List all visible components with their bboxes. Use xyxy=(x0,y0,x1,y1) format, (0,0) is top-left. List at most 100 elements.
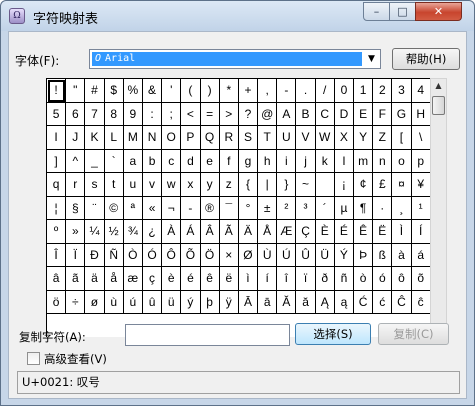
character-cell[interactable]: ÿ xyxy=(219,290,239,314)
character-cell[interactable]: ì xyxy=(238,267,259,291)
character-cell[interactable]: è xyxy=(162,267,182,291)
character-cell[interactable]: G xyxy=(392,102,412,126)
character-cell[interactable]: e xyxy=(200,149,220,173)
character-cell[interactable]: ¤ xyxy=(392,173,412,197)
character-cell[interactable]: ¯ xyxy=(219,196,239,220)
character-cell[interactable]: & xyxy=(142,79,163,103)
copy-characters-input[interactable] xyxy=(125,324,290,346)
character-cell[interactable]: © xyxy=(104,196,124,220)
character-cell[interactable]: ¼ xyxy=(85,220,105,244)
copy-button[interactable]: 复制(C) xyxy=(378,323,449,345)
character-cell[interactable]: B xyxy=(296,102,316,126)
character-cell[interactable]: » xyxy=(66,220,86,244)
character-cell[interactable]: ü xyxy=(162,290,182,314)
character-cell[interactable]: 7 xyxy=(85,102,105,126)
character-cell[interactable]: * xyxy=(219,79,239,103)
scroll-up-arrow-icon[interactable]: ▲ xyxy=(431,79,446,93)
character-cell[interactable] xyxy=(315,173,335,197)
character-cell[interactable]: ¸ xyxy=(392,196,412,220)
character-cell[interactable]: / xyxy=(315,79,335,103)
character-cell[interactable]: º xyxy=(47,220,67,244)
scroll-thumb[interactable] xyxy=(432,96,445,115)
character-cell[interactable]: w xyxy=(162,173,182,197)
character-cell[interactable]: R xyxy=(219,126,239,150)
character-cell[interactable]: U xyxy=(277,126,297,150)
character-cell[interactable]: ñ xyxy=(334,267,354,291)
character-cell[interactable]: ă xyxy=(296,290,316,314)
character-cell[interactable]: ° xyxy=(238,196,259,220)
character-cell[interactable]: Ë xyxy=(373,220,393,244)
character-cell[interactable]: ó xyxy=(373,267,393,291)
character-cell[interactable]: ª xyxy=(123,196,143,220)
character-cell[interactable]: Y xyxy=(354,126,374,150)
character-cell[interactable]: õ xyxy=(411,267,431,291)
character-cell[interactable]: § xyxy=(66,196,86,220)
character-cell[interactable]: f xyxy=(219,149,239,173)
character-cell[interactable]: Ă xyxy=(277,290,297,314)
character-cell[interactable]: Ä xyxy=(238,220,259,244)
character-cell[interactable]: % xyxy=(123,79,143,103)
character-cell[interactable]: À xyxy=(162,220,182,244)
character-cell[interactable]: g xyxy=(238,149,259,173)
character-cell[interactable]: Ó xyxy=(142,243,163,267)
character-cell[interactable]: å xyxy=(104,267,124,291)
character-cell[interactable]: ĉ xyxy=(411,290,431,314)
character-cell[interactable]: M xyxy=(123,126,143,150)
character-cell[interactable]: 4 xyxy=(411,79,431,103)
character-cell[interactable]: Î xyxy=(47,243,67,267)
character-cell[interactable]: P xyxy=(181,126,201,150)
character-cell[interactable]: þ xyxy=(200,290,220,314)
character-cell[interactable]: Ã xyxy=(219,220,239,244)
character-cell[interactable]: k xyxy=(315,149,335,173)
character-cell[interactable]: \ xyxy=(411,126,431,150)
character-cell[interactable]: ¶ xyxy=(354,196,374,220)
character-cell[interactable]: ÷ xyxy=(66,290,86,314)
character-cell[interactable]: C xyxy=(315,102,335,126)
character-grid[interactable]: ! " # $% & '() * +, -./0 1 2 3 4 5 6 7 8 9:; < = >? @ A B C D E F G H… xyxy=(46,78,431,337)
character-cell[interactable]: Ò xyxy=(123,243,143,267)
character-cell[interactable]: V xyxy=(296,126,316,150)
character-cell[interactable]: Ā xyxy=(238,290,259,314)
character-cell[interactable]: v xyxy=(142,173,163,197)
character-cell[interactable]: ï xyxy=(296,267,316,291)
character-cell[interactable]: Ą xyxy=(315,290,335,314)
character-cell[interactable]: ã xyxy=(66,267,86,291)
character-cell[interactable]: Ö xyxy=(200,243,220,267)
character-cell[interactable]: ð xyxy=(315,267,335,291)
character-cell[interactable]: Â xyxy=(200,220,220,244)
character-cell[interactable]: Ü xyxy=(315,243,335,267)
character-cell[interactable]: 5 xyxy=(47,102,67,126)
character-cell[interactable]: 3 xyxy=(392,79,412,103)
character-cell[interactable]: Ê xyxy=(354,220,374,244)
character-cell[interactable]: $ xyxy=(104,79,124,103)
character-cell[interactable]: ' xyxy=(162,79,182,103)
character-cell[interactable]: É xyxy=(334,220,354,244)
character-cell[interactable]: é xyxy=(181,267,201,291)
character-cell[interactable]: r xyxy=(66,173,86,197)
advanced-view-label[interactable]: 高级查看(V) xyxy=(44,351,107,367)
character-cell[interactable]: Ú xyxy=(277,243,297,267)
character-cell[interactable]: h xyxy=(258,149,278,173)
character-cell[interactable]: ù xyxy=(104,290,124,314)
character-cell[interactable]: à xyxy=(392,243,412,267)
character-cell[interactable]: ¿ xyxy=(142,220,163,244)
character-cell[interactable]: T xyxy=(258,126,278,150)
character-cell[interactable]: Ć xyxy=(354,290,374,314)
character-cell[interactable]: = xyxy=(200,102,220,126)
character-cell[interactable]: E xyxy=(354,102,374,126)
character-cell[interactable]: X xyxy=(334,126,354,150)
character-cell[interactable]: 0 xyxy=(334,79,354,103)
character-cell[interactable]: F xyxy=(373,102,393,126)
character-cell[interactable]: ú xyxy=(123,290,143,314)
character-cell[interactable]: - xyxy=(277,79,297,103)
character-cell[interactable]: c xyxy=(162,149,182,173)
grid-scrollbar[interactable]: ▲ ▼ xyxy=(430,78,447,337)
character-cell[interactable]: ß xyxy=(373,243,393,267)
character-cell[interactable]: o xyxy=(392,149,412,173)
character-cell[interactable]: " xyxy=(66,79,86,103)
character-cell[interactable]: H xyxy=(411,102,431,126)
character-cell[interactable]: J xyxy=(66,126,86,150)
minimize-button[interactable]: – xyxy=(363,2,390,21)
character-cell[interactable]: [ xyxy=(392,126,412,150)
character-cell[interactable]: - xyxy=(181,196,201,220)
